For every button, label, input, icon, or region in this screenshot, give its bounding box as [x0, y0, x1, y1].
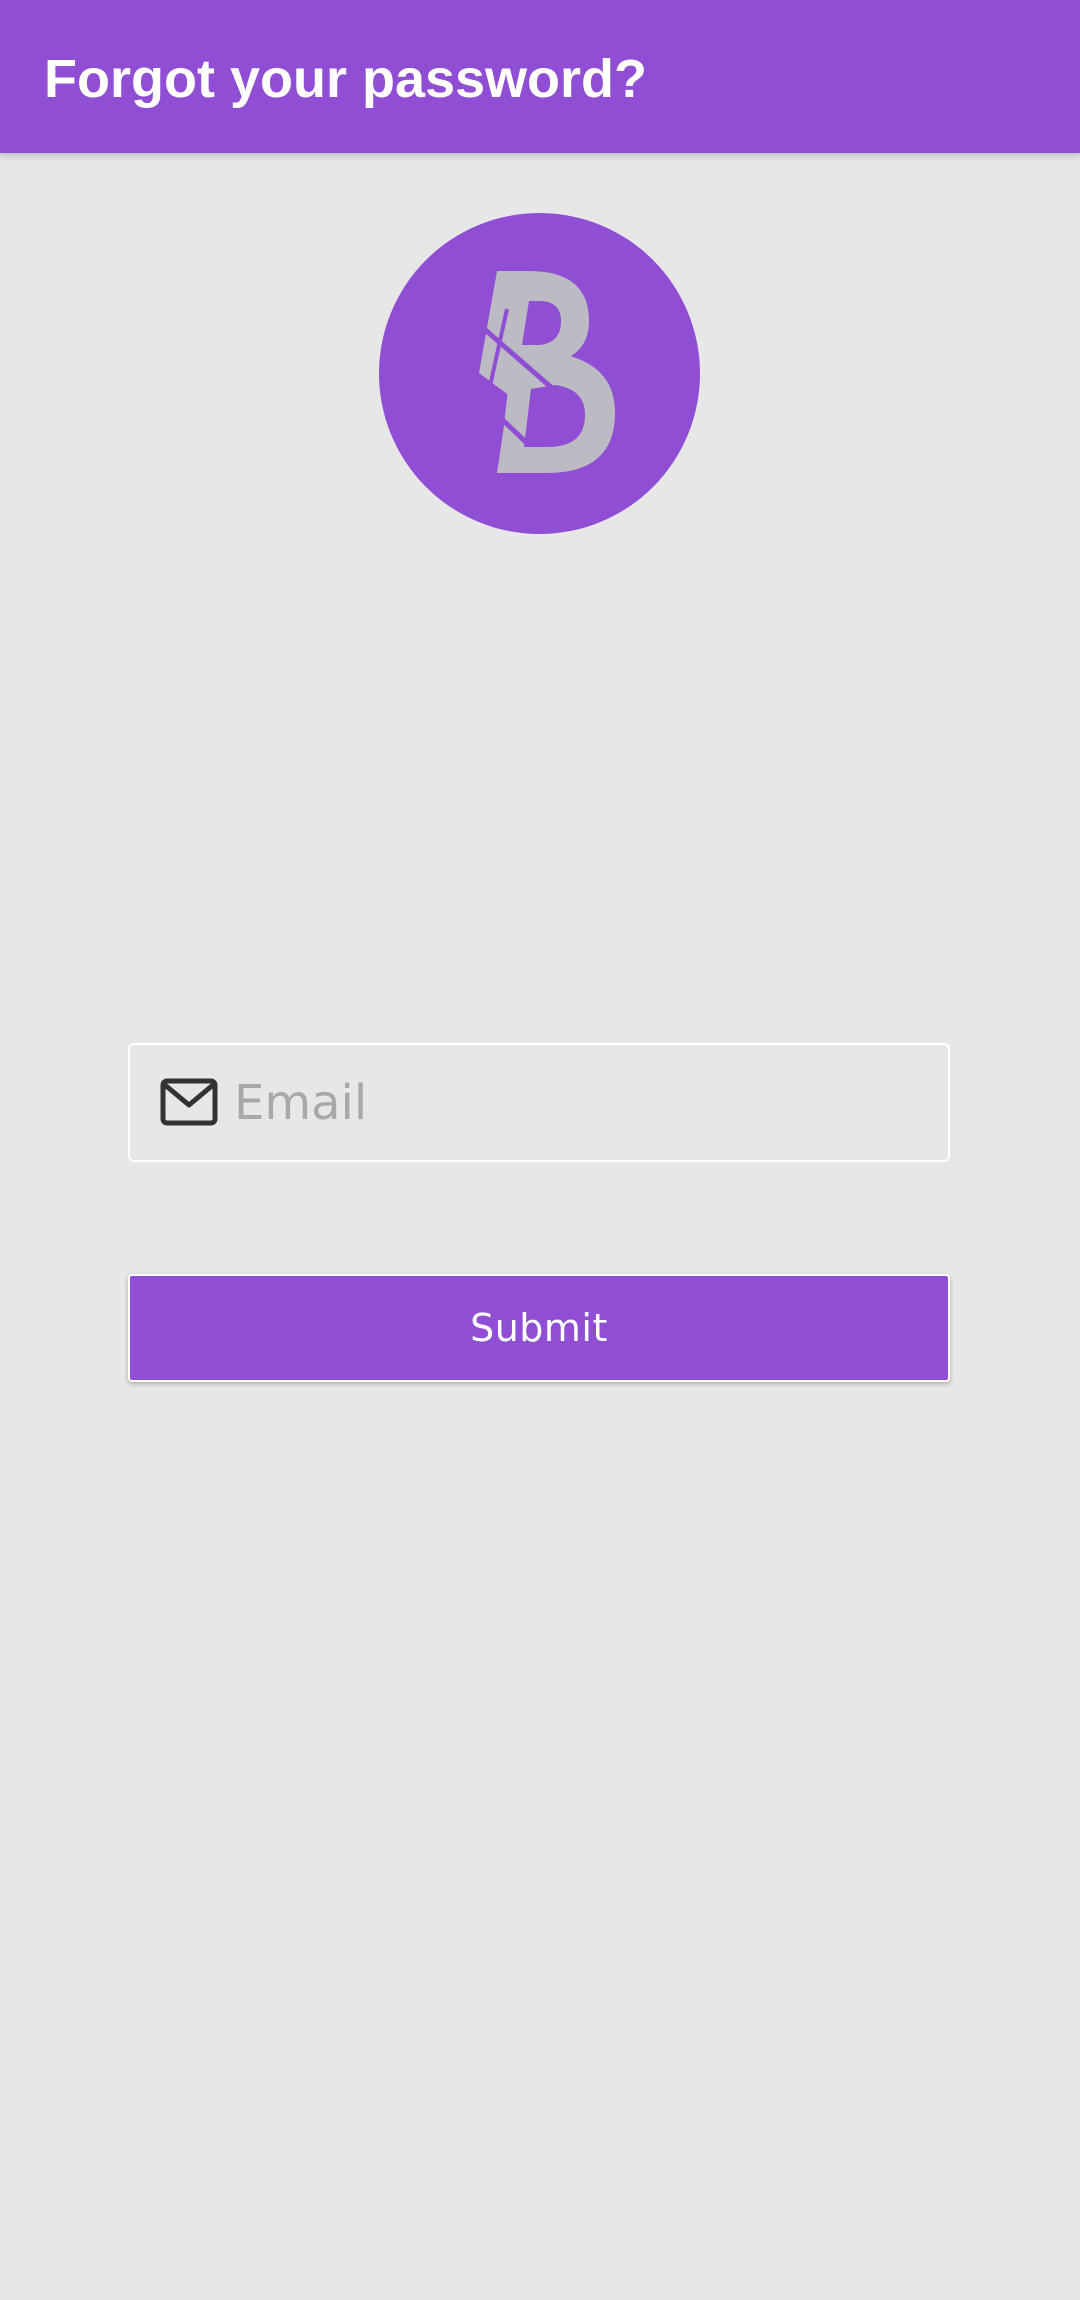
email-field[interactable]: [128, 1043, 950, 1162]
page-title: Forgot your password?: [44, 49, 648, 109]
app-bar: Forgot your password?: [0, 0, 1080, 153]
mail-icon: [160, 1078, 218, 1126]
submit-button[interactable]: Submit: [128, 1274, 950, 1382]
brand-logo-icon: [379, 213, 700, 534]
email-input[interactable]: [234, 1045, 934, 1160]
brand-logo: [379, 213, 700, 534]
